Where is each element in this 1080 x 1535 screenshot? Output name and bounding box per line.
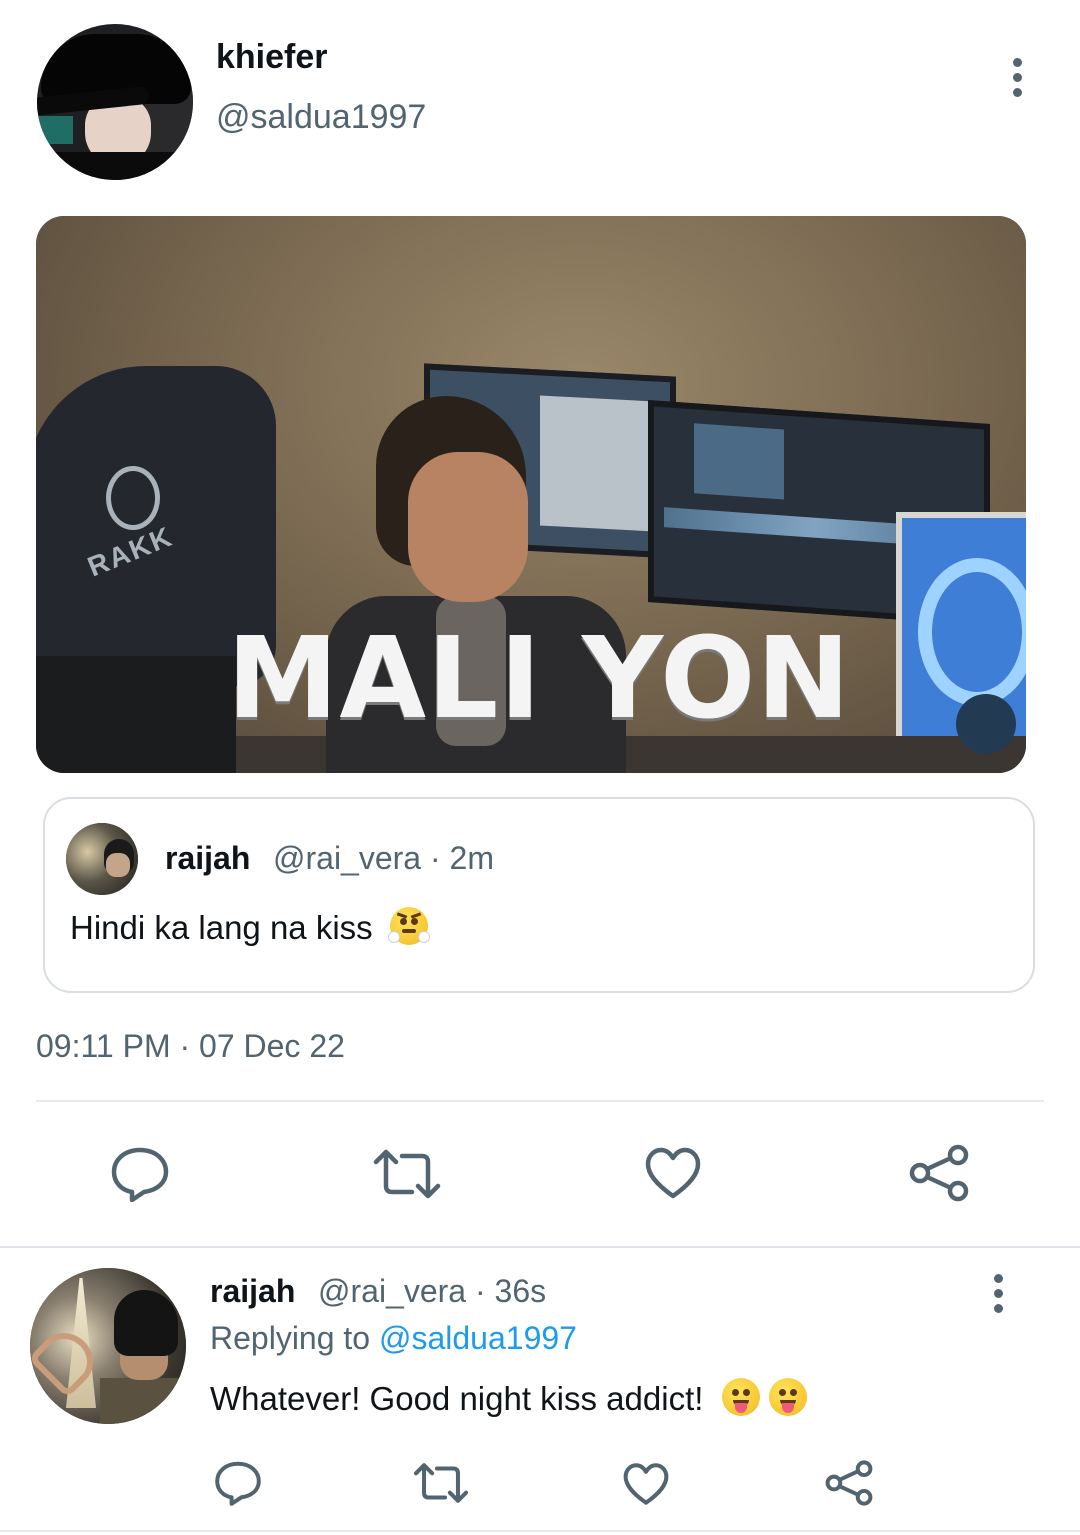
reply-text-content: Whatever! Good night kiss addict! bbox=[210, 1380, 713, 1417]
author-handle[interactable]: @saldua1997 bbox=[216, 98, 426, 137]
reply-text: Whatever! Good night kiss addict! bbox=[210, 1378, 807, 1418]
cap-logo-text: RAKK bbox=[83, 520, 178, 583]
quoted-author-name[interactable]: raijah bbox=[165, 840, 250, 877]
reply-retweet-icon[interactable] bbox=[412, 1462, 470, 1504]
tweet-timestamp[interactable]: 09:11 PM · 07 Dec 22 bbox=[36, 1028, 345, 1065]
watermark-logo bbox=[956, 694, 1016, 754]
tweet-detail-page: khiefer @saldua1997 RAKK MALI YON raijah… bbox=[0, 0, 1080, 1535]
reply-like-icon[interactable] bbox=[622, 1462, 670, 1506]
face-with-steam-from-nose-icon bbox=[387, 907, 430, 945]
author-display-name[interactable]: khiefer bbox=[216, 38, 328, 77]
replying-to-label: Replying to bbox=[210, 1320, 379, 1356]
share-icon[interactable] bbox=[908, 1144, 970, 1202]
reply-author-avatar[interactable] bbox=[30, 1268, 186, 1424]
retweet-icon[interactable] bbox=[372, 1148, 442, 1200]
bottom-divider bbox=[0, 1530, 1080, 1532]
section-divider bbox=[0, 1246, 1080, 1248]
media-caption: MALI YON bbox=[226, 614, 852, 744]
reply-author-name[interactable]: raijah bbox=[210, 1273, 295, 1310]
reply-icon[interactable] bbox=[110, 1146, 170, 1202]
more-options-icon[interactable] bbox=[1011, 58, 1023, 97]
quoted-author-handle: @rai_vera · 2m bbox=[273, 840, 494, 876]
author-avatar[interactable] bbox=[37, 24, 193, 180]
quoted-tweet[interactable] bbox=[43, 797, 1035, 993]
quoted-text-content: Hindi ka lang na kiss bbox=[70, 909, 373, 946]
face-with-tongue-icon bbox=[768, 1378, 807, 1416]
replying-to-line: Replying to @saldua1997 bbox=[210, 1320, 577, 1357]
reply-reply-icon[interactable] bbox=[214, 1460, 262, 1506]
reply-share-icon[interactable] bbox=[824, 1460, 874, 1506]
quoted-tweet-text: Hindi ka lang na kiss bbox=[70, 907, 430, 947]
like-icon[interactable] bbox=[644, 1146, 702, 1200]
face-with-tongue-icon bbox=[721, 1378, 760, 1416]
quoted-author-avatar[interactable] bbox=[66, 823, 138, 895]
replying-to-mention[interactable]: @saldua1997 bbox=[379, 1320, 577, 1356]
tweet-media-image[interactable]: RAKK MALI YON bbox=[36, 216, 1026, 773]
reply-author-handle: @rai_vera · 36s bbox=[318, 1273, 547, 1309]
reply-more-options-icon[interactable] bbox=[992, 1274, 1004, 1313]
divider bbox=[36, 1100, 1044, 1102]
